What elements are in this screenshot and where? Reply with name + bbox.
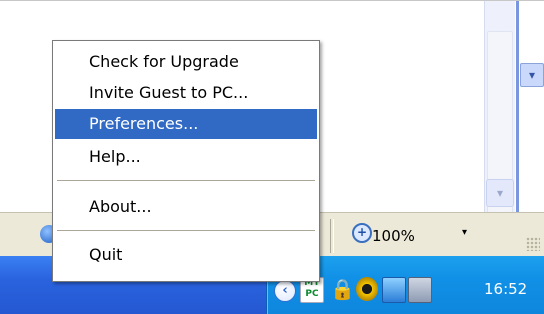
context-menu: Check for Upgrade Invite Guest to PC... …: [52, 40, 320, 282]
taskbar-clock[interactable]: 16:52: [484, 280, 527, 298]
menu-item-quit[interactable]: Quit: [55, 240, 317, 270]
zoom-level[interactable]: 100%: [372, 227, 415, 245]
security-eye-icon[interactable]: [356, 277, 378, 301]
side-panel-strip: [516, 1, 544, 213]
dropdown-arrow-icon[interactable]: ▾: [520, 63, 544, 87]
zoom-magnifier-icon[interactable]: +: [352, 223, 372, 243]
resize-grip[interactable]: [526, 237, 540, 251]
menu-item-invite-guest[interactable]: Invite Guest to PC...: [55, 78, 317, 108]
lock-icon[interactable]: 🔒: [330, 277, 355, 301]
menu-item-preferences[interactable]: Preferences...: [55, 109, 317, 139]
status-divider: [330, 219, 334, 253]
monitor-icon[interactable]: [408, 277, 432, 303]
menu-item-check-for-upgrade[interactable]: Check for Upgrade: [55, 47, 317, 77]
scroll-down-button[interactable]: ▾: [486, 179, 514, 207]
zoom-dropdown-icon[interactable]: ▾: [462, 227, 467, 238]
network-icon[interactable]: [382, 277, 406, 303]
menu-item-help[interactable]: Help...: [55, 142, 317, 172]
menu-item-about[interactable]: About...: [55, 192, 317, 222]
show-hidden-icons-chevron[interactable]: ‹: [274, 280, 296, 302]
menu-separator: [57, 230, 315, 232]
menu-separator: [57, 180, 315, 182]
